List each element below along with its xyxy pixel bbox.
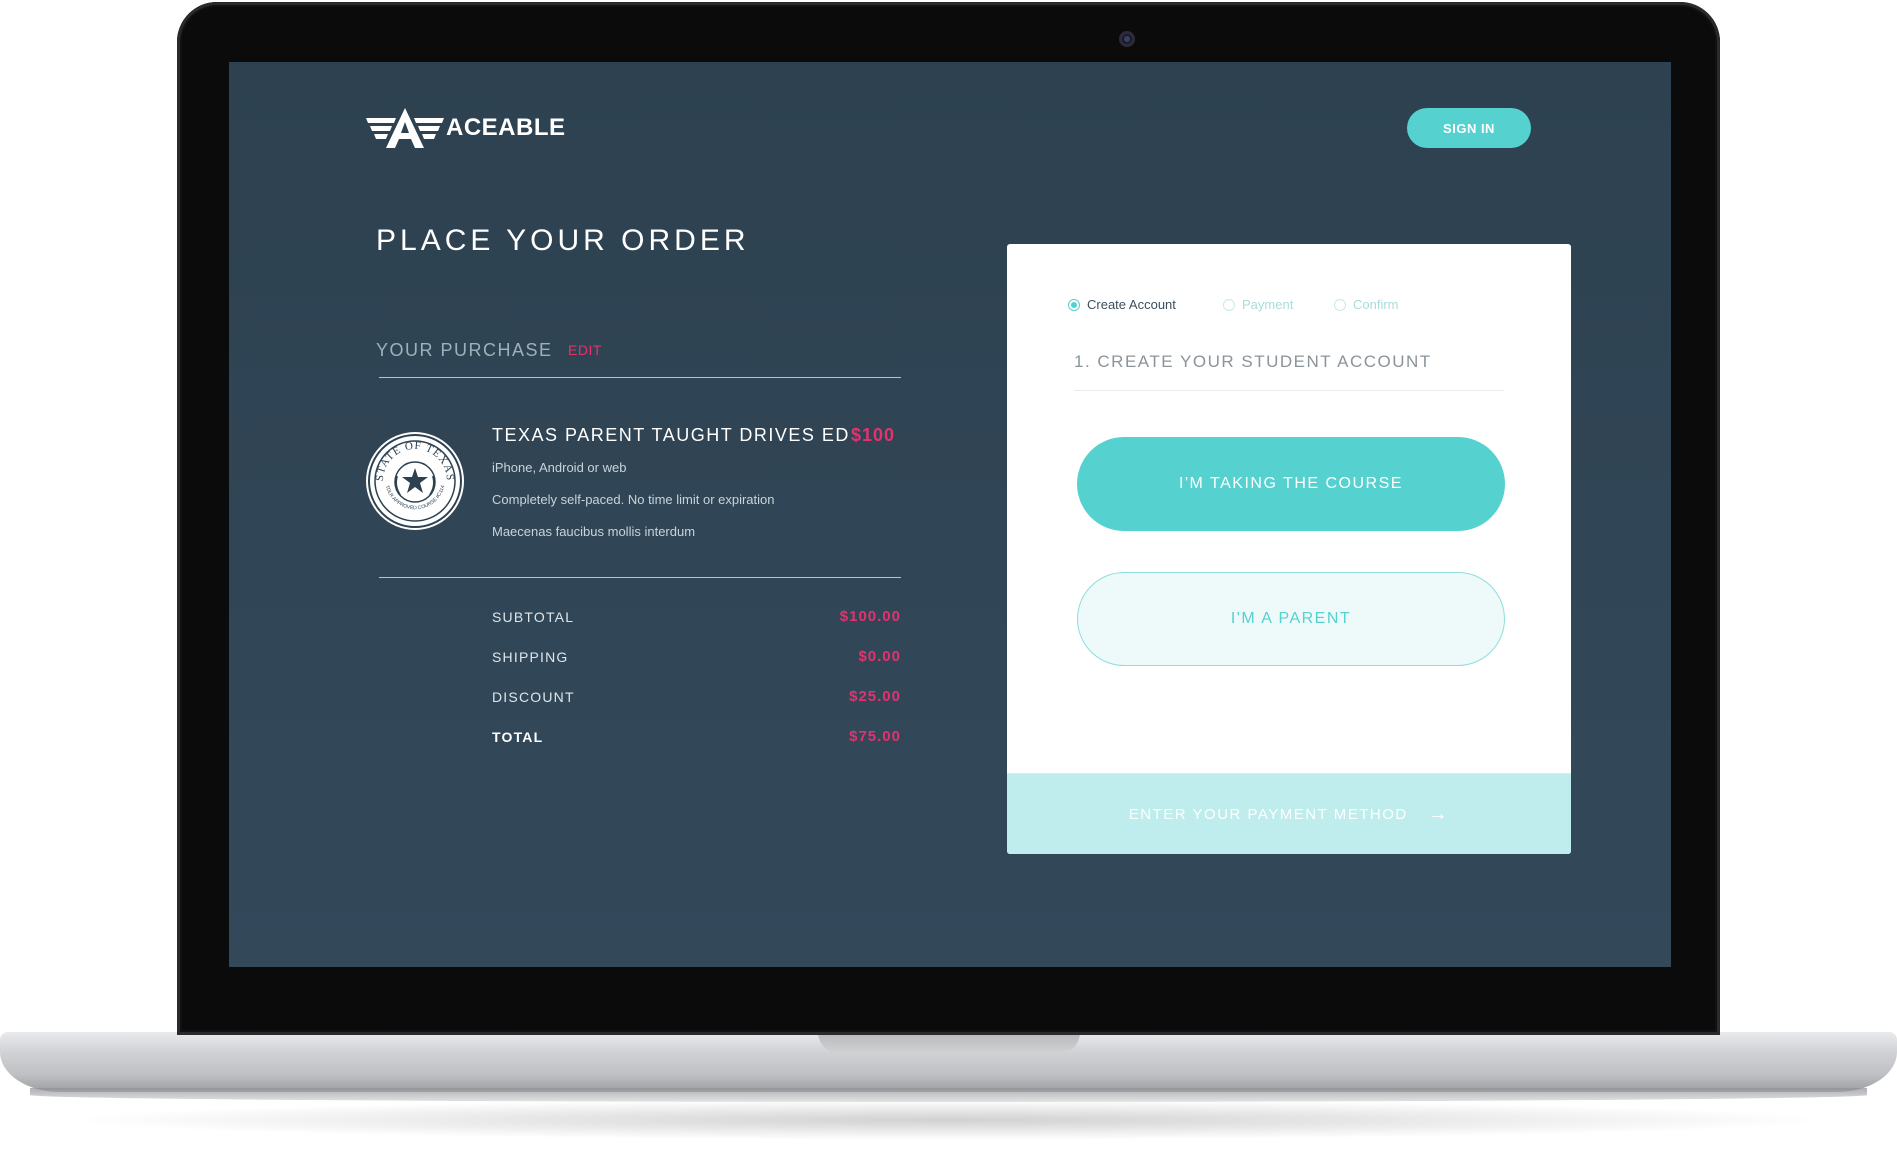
divider [379,577,901,578]
laptop-lid-notch [818,1032,1080,1054]
parent-button[interactable]: I'M A PARENT [1077,572,1505,666]
summary-total-value: $75.00 [849,728,901,745]
brand-logo[interactable]: ACEABLE [366,108,566,148]
arrow-right-icon: → [1427,803,1450,825]
step-label: Confirm [1353,297,1399,312]
step-create-account[interactable]: Create Account [1068,297,1176,312]
divider [1074,390,1504,391]
state-of-texas-seal-icon: STATE OF TEXAS TDLR APPROVED COURSE #C11… [366,432,464,530]
webcam-icon [1119,31,1135,47]
create-account-heading: 1. CREATE YOUR STUDENT ACCOUNT [1074,352,1432,371]
summary-shipping-label: SHIPPING [492,649,569,665]
laptop-base-bottom [30,1088,1867,1102]
product-feature: Completely self-paced. No time limit or … [492,492,775,507]
step-confirm[interactable]: Confirm [1334,297,1399,312]
purchase-heading: YOUR PURCHASE [376,340,553,360]
summary-shipping-value: $0.00 [858,648,901,665]
step-label: Payment [1242,297,1294,312]
summary-subtotal-label: SUBTOTAL [492,609,575,625]
divider [379,377,901,378]
product-feature: Maecenas faucibus mollis interdum [492,524,696,539]
product-feature: iPhone, Android or web [492,460,627,475]
seal-graphic: STATE OF TEXAS TDLR APPROVED COURSE #C11… [368,434,462,528]
payment-method-button[interactable]: ENTER YOUR PAYMENT METHOD → [1007,773,1571,854]
edit-purchase-link[interactable]: EDIT [568,342,602,358]
screen: ACEABLE SIGN IN PLACE YOUR ORDER YOUR PU… [229,62,1671,967]
step-radio-active[interactable] [1068,298,1080,311]
step-label: Create Account [1087,297,1176,312]
checkout-card: Create Account Payment Confirm 1. CREATE… [1007,244,1571,854]
payment-method-label: ENTER YOUR PAYMENT METHOD [1128,806,1408,823]
step-payment[interactable]: Payment [1223,297,1293,312]
summary-total-label: TOTAL [492,729,544,745]
brand-name: ACEABLE [446,114,566,141]
product-name: TEXAS PARENT TAUGHT DRIVES ED [492,425,850,445]
taking-course-button[interactable]: I'M TAKING THE COURSE [1077,437,1505,531]
aceable-wing-logo-icon [366,108,444,148]
step-radio[interactable] [1223,298,1235,311]
step-radio[interactable] [1334,298,1346,311]
page-title: PLACE YOUR ORDER [376,224,750,257]
product-price: $100 [851,425,896,445]
summary-subtotal-value: $100.00 [839,608,901,625]
sign-in-button[interactable]: SIGN IN [1407,108,1531,148]
summary-discount-value: $25.00 [849,688,901,705]
laptop-shadow [60,1100,1837,1140]
summary-discount-label: DISCOUNT [492,689,575,705]
